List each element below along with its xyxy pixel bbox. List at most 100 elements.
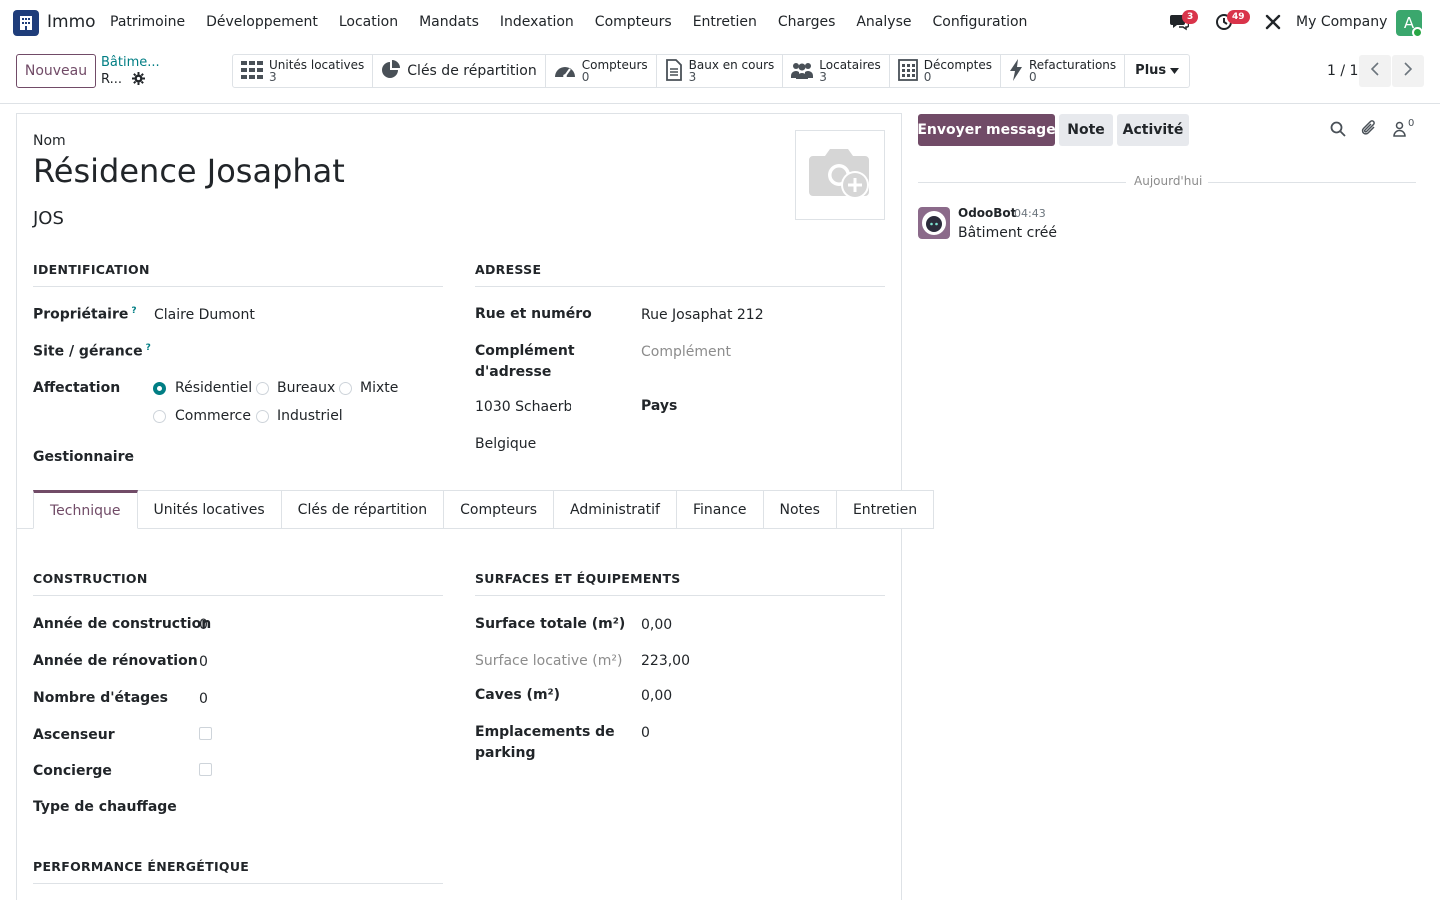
control-panel: Nouveau Bâtime... R... Unités locatives 3… — [0, 46, 1440, 104]
breadcrumb-parent[interactable]: Bâtime... — [101, 55, 160, 70]
separator-line-left — [918, 182, 1126, 183]
country-label: Pays — [641, 398, 678, 414]
menu-item-entretien[interactable]: Entretien — [693, 14, 757, 30]
radio-commerce[interactable] — [153, 410, 166, 423]
year-built-field[interactable]: 0 — [199, 617, 208, 633]
log-note-button[interactable]: Note — [1059, 114, 1113, 146]
owner-field[interactable]: Claire Dumont — [154, 307, 255, 323]
menu-item-analyse[interactable]: Analyse — [856, 14, 911, 30]
radio-bureaux[interactable] — [256, 382, 269, 395]
floors-field[interactable]: 0 — [199, 691, 208, 707]
smart-button-tenants[interactable]: Locataires 3 — [783, 55, 890, 87]
radio-industriel[interactable] — [256, 410, 269, 423]
street-field[interactable]: Rue Josaphat 212 — [641, 307, 764, 323]
parking-label-line2: parking — [475, 745, 536, 761]
record-code-field[interactable]: JOS — [33, 208, 64, 229]
pager-value[interactable]: 1 / 1 — [1327, 63, 1358, 79]
separator-line-right — [1208, 182, 1416, 183]
odoobot-avatar[interactable] — [918, 207, 950, 239]
smart-button-rebilling[interactable]: Refacturations 0 — [1001, 55, 1126, 87]
smart-button-leases[interactable]: Baux en cours 3 — [657, 55, 784, 87]
smart-button-statements[interactable]: Décomptes 0 — [890, 55, 1001, 87]
company-switcher[interactable]: My Company — [1296, 14, 1387, 30]
smart-button-meters[interactable]: Compteurs 0 — [546, 55, 657, 87]
pager-previous-button[interactable] — [1359, 55, 1391, 87]
total-surface-field[interactable]: 0,00 — [641, 617, 672, 633]
elevator-checkbox[interactable] — [199, 727, 212, 740]
pager-next-button[interactable] — [1392, 55, 1424, 87]
day-separator: Aujourd'hui — [918, 174, 1416, 190]
radio-label-residentiel[interactable]: Résidentiel — [175, 380, 252, 396]
tab-entretien[interactable]: Entretien — [836, 490, 935, 529]
app-name[interactable]: Immo — [47, 12, 96, 32]
menu-item-charges[interactable]: Charges — [778, 14, 836, 30]
identification-section-title: IDENTIFICATION — [33, 262, 443, 287]
city-field[interactable]: 1030 Schaerbe — [475, 399, 571, 415]
smart-button-label: Refacturations — [1028, 58, 1117, 72]
chevron-right-icon — [1404, 62, 1413, 80]
menu-item-compteurs[interactable]: Compteurs — [595, 14, 672, 30]
radio-label-commerce[interactable]: Commerce — [175, 408, 251, 424]
followers-icon[interactable] — [1393, 121, 1406, 141]
more-dropdown[interactable]: Plus — [1125, 55, 1189, 87]
radio-residentiel[interactable] — [153, 382, 166, 395]
image-upload[interactable] — [795, 130, 885, 220]
schedule-activity-button[interactable]: Activité — [1117, 114, 1189, 146]
country-field[interactable]: Belgique — [475, 436, 536, 452]
total-surface-label: Surface totale (m²) — [475, 616, 626, 632]
complement-field[interactable]: Complément — [641, 344, 731, 360]
caret-down-icon — [1170, 65, 1180, 77]
smart-button-count: 3 — [688, 70, 697, 84]
help-tooltip-icon[interactable]: ? — [131, 306, 136, 316]
messages-badge: 3 — [1182, 10, 1199, 24]
smart-button-units[interactable]: Unités locatives 3 — [233, 55, 374, 87]
tab-administratif[interactable]: Administratif — [554, 490, 677, 529]
smart-button-label: Baux en cours — [688, 58, 775, 72]
chevron-left-icon — [1370, 62, 1379, 80]
affectation-label: Affectation — [33, 380, 121, 396]
paperclip-icon[interactable] — [1361, 119, 1377, 141]
smart-button-label: Compteurs — [581, 58, 648, 72]
menu-item-configuration[interactable]: Configuration — [932, 14, 1027, 30]
more-label: Plus — [1135, 63, 1167, 78]
radio-mixte[interactable] — [339, 382, 352, 395]
menu-item-developpement[interactable]: Développement — [206, 14, 318, 30]
help-tooltip-icon[interactable]: ? — [146, 343, 151, 353]
menu-item-patrimoine[interactable]: Patrimoine — [110, 14, 185, 30]
tools-icon[interactable] — [1265, 14, 1281, 34]
radio-label-bureaux[interactable]: Bureaux — [277, 380, 335, 396]
calculator-icon — [897, 59, 918, 83]
gear-icon[interactable] — [132, 72, 145, 89]
smart-button-count: 3 — [819, 70, 827, 84]
message-author[interactable]: OdooBot — [958, 206, 1016, 220]
tab-unites-locatives[interactable]: Unités locatives — [137, 490, 282, 529]
tab-cles-repartition[interactable]: Clés de répartition — [281, 490, 445, 529]
menu-item-indexation[interactable]: Indexation — [500, 14, 574, 30]
menu-item-mandats[interactable]: Mandats — [419, 14, 479, 30]
address-section-title: ADRESSE — [475, 262, 885, 287]
tab-technique[interactable]: Technique — [33, 490, 138, 529]
heating-label: Type de chauffage — [33, 799, 177, 815]
smart-button-label: Clés de répartition — [407, 63, 537, 79]
new-button[interactable]: Nouveau — [16, 54, 96, 88]
send-message-button[interactable]: Envoyer message — [917, 114, 1056, 146]
camera-plus-icon — [805, 142, 875, 208]
concierge-checkbox[interactable] — [199, 763, 212, 776]
smart-button-label: Locataires — [819, 58, 881, 72]
radio-label-mixte[interactable]: Mixte — [360, 380, 398, 396]
tab-compteurs[interactable]: Compteurs — [444, 490, 555, 529]
tab-notes[interactable]: Notes — [763, 490, 837, 529]
year-renovation-field[interactable]: 0 — [199, 654, 208, 670]
smart-button-keys[interactable]: Clés de répartition — [373, 55, 546, 87]
top-navbar: Immo Patrimoine Développement Location M… — [0, 0, 1440, 46]
parking-field[interactable]: 0 — [641, 725, 650, 741]
menu-item-location[interactable]: Location — [339, 14, 398, 30]
year-built-label: Année de construction — [33, 616, 212, 632]
rental-surface-field: 223,00 — [641, 653, 690, 669]
search-icon[interactable] — [1330, 121, 1346, 141]
tab-finance[interactable]: Finance — [676, 490, 764, 529]
app-building-icon[interactable] — [13, 10, 39, 36]
record-name-field[interactable]: Résidence Josaphat — [33, 152, 345, 190]
cellars-field[interactable]: 0,00 — [641, 688, 672, 704]
radio-label-industriel[interactable]: Industriel — [277, 408, 343, 424]
